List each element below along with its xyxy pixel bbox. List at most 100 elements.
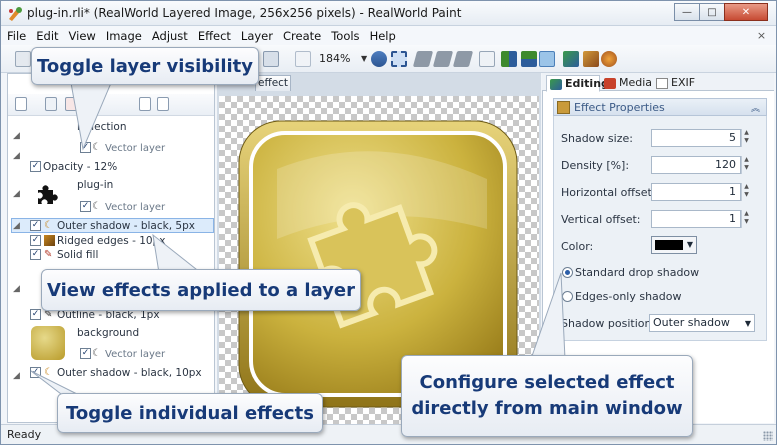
- tiles-icon[interactable]: [521, 51, 537, 67]
- expand-icon[interactable]: ◢: [13, 284, 20, 294]
- paste-layer-icon[interactable]: [157, 97, 169, 111]
- callout-configure-effect: Configure selected effect directly from …: [401, 355, 693, 437]
- layer-type-label: Vector layer: [105, 349, 166, 360]
- edges-only-label[interactable]: Edges-only shadow: [575, 290, 682, 303]
- color-picker-button[interactable]: ▼: [651, 236, 697, 254]
- effect-toggle-checkbox[interactable]: ✓: [30, 235, 41, 246]
- menu-help[interactable]: Help: [370, 29, 396, 43]
- maximize-button[interactable]: □: [699, 3, 725, 21]
- expand-icon[interactable]: ◢: [13, 221, 20, 231]
- document-tab[interactable]: effect: [255, 75, 291, 91]
- outer-shadow-icon: ☾: [44, 220, 53, 231]
- zoom-tool-icon[interactable]: [263, 51, 279, 67]
- app-window: plug-in.rli* (RealWorld Layered Image, 2…: [0, 0, 777, 445]
- vertical-offset-input[interactable]: 1: [651, 210, 741, 228]
- app-icon: [9, 7, 22, 21]
- menu-view[interactable]: View: [69, 29, 96, 43]
- media-icon: [604, 78, 616, 89]
- standard-shadow-label[interactable]: Standard drop shadow: [575, 266, 699, 279]
- layer-down-icon[interactable]: [412, 51, 434, 67]
- window-title: plug-in.rli* (RealWorld Layered Image, 2…: [27, 6, 462, 20]
- effect-toggle-checkbox[interactable]: ✓: [30, 249, 41, 260]
- layer-visibility-checkbox[interactable]: ✓: [80, 348, 91, 359]
- pen-icon[interactable]: [583, 51, 599, 67]
- layer-visibility-checkbox[interactable]: ✓: [80, 201, 91, 212]
- effect-properties-title: Effect Properties: [574, 101, 665, 114]
- expand-icon[interactable]: ◢: [13, 131, 20, 141]
- document-close-icon[interactable]: ×: [755, 29, 768, 42]
- view-image-icon[interactable]: [539, 51, 555, 67]
- horizontal-offset-spinner[interactable]: ▲ ▼: [741, 183, 751, 201]
- fit-window-icon[interactable]: [391, 51, 407, 67]
- menu-image[interactable]: Image: [106, 29, 142, 43]
- effect-opacity[interactable]: Opacity - 12%: [43, 161, 117, 173]
- dropdown-caret-icon: ▼: [744, 319, 751, 328]
- new-icon[interactable]: [15, 51, 31, 67]
- status-text: Ready: [7, 428, 42, 441]
- effect-properties-icon: [557, 101, 570, 114]
- layer-type-label: Vector layer: [105, 202, 166, 213]
- callout-pointer: [70, 83, 112, 151]
- zoom-out-icon[interactable]: [295, 51, 311, 67]
- resize-grip-icon[interactable]: [763, 431, 773, 441]
- shadow-size-spinner[interactable]: ▲ ▼: [741, 129, 751, 147]
- menu-layer[interactable]: Layer: [241, 29, 273, 43]
- menu-edit[interactable]: Edit: [36, 29, 58, 43]
- title-bar: plug-in.rli* (RealWorld Layered Image, 2…: [1, 1, 776, 26]
- menu-effect[interactable]: Effect: [198, 29, 231, 43]
- shadow-size-label: Shadow size:: [561, 132, 633, 145]
- close-button[interactable]: ✕: [724, 3, 768, 21]
- density-spinner[interactable]: ▲ ▼: [741, 156, 751, 174]
- tab-media[interactable]: Media: [601, 75, 652, 92]
- shadow-size-input[interactable]: 5: [651, 129, 741, 147]
- expand-icon[interactable]: ◢: [13, 151, 20, 161]
- expand-icon[interactable]: ◢: [13, 371, 20, 381]
- effect-toggle-checkbox[interactable]: ✓: [30, 309, 41, 320]
- vertical-offset-label: Vertical offset:: [561, 213, 641, 226]
- menu-create[interactable]: Create: [283, 29, 321, 43]
- editing-icon: [550, 79, 562, 90]
- grid-icon[interactable]: [501, 51, 517, 67]
- density-label: Density [%]:: [561, 159, 630, 172]
- puzzle-thumbnail-icon: [38, 185, 58, 204]
- zoom-in-icon[interactable]: [371, 51, 387, 67]
- density-input[interactable]: 120: [651, 156, 741, 174]
- minimize-button[interactable]: —: [674, 3, 700, 21]
- tab-exif-label: EXIF: [671, 76, 696, 89]
- effect-toggle-checkbox[interactable]: ✓: [30, 161, 41, 172]
- zoom-dropdown-icon[interactable]: ▼: [361, 54, 367, 63]
- duplicate-layer-icon[interactable]: [45, 97, 57, 111]
- effect-outer-shadow[interactable]: Outer shadow - black, 5px: [57, 220, 195, 232]
- effect-solid-fill[interactable]: Solid fill: [57, 249, 98, 261]
- exif-icon: [656, 78, 668, 89]
- copy-layer-icon[interactable]: [139, 97, 151, 111]
- tab-exif[interactable]: EXIF: [653, 75, 697, 92]
- effect-properties-header[interactable]: Effect Properties ︽: [553, 98, 767, 116]
- menu-file[interactable]: File: [7, 29, 26, 43]
- layer-merge-icon[interactable]: [452, 51, 474, 67]
- shadow-position-select[interactable]: Outer shadow ▼: [649, 314, 755, 332]
- effect-ridged-edges[interactable]: Ridged edges - 10px: [57, 235, 165, 247]
- layer-name-plug-in[interactable]: plug-in: [77, 179, 113, 191]
- effects-icon[interactable]: [601, 51, 617, 67]
- tab-editing[interactable]: Editing: [546, 75, 609, 92]
- background-thumbnail: [31, 326, 65, 360]
- expand-icon[interactable]: ◢: [13, 189, 20, 199]
- vector-layer-icon: ☾: [92, 201, 101, 212]
- vertical-offset-spinner[interactable]: ▲ ▼: [741, 210, 751, 228]
- horizontal-offset-input[interactable]: 1: [651, 183, 741, 201]
- effect-toggle-checkbox[interactable]: ✓: [30, 220, 41, 231]
- palette-icon[interactable]: [563, 51, 579, 67]
- collapse-icon[interactable]: ︽: [751, 101, 760, 114]
- vector-layer-icon: ☾: [92, 348, 101, 359]
- callout-pointer: [530, 272, 566, 360]
- horizontal-offset-label: Horizontal offset:: [561, 186, 656, 199]
- menu-tools[interactable]: Tools: [331, 29, 359, 43]
- new-layer-icon[interactable]: [15, 97, 27, 111]
- layer-up-icon[interactable]: [432, 51, 454, 67]
- layer-name-background[interactable]: background: [77, 327, 139, 339]
- zoom-level[interactable]: 184%: [319, 52, 350, 65]
- swap-icon[interactable]: [479, 51, 495, 67]
- callout-toggle-visibility: Toggle layer visibility: [31, 47, 259, 85]
- menu-adjust[interactable]: Adjust: [152, 29, 188, 43]
